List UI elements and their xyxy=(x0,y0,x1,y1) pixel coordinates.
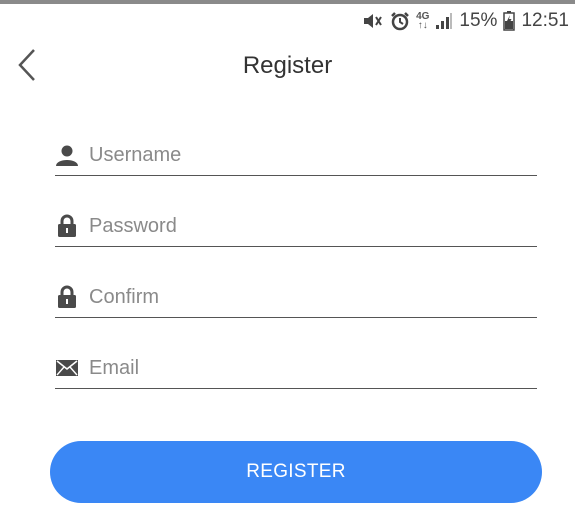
confirm-password-input[interactable] xyxy=(89,285,509,309)
status-bar: 4G ↑↓ 15% 12:51 xyxy=(362,8,569,34)
alarm-icon xyxy=(390,11,410,31)
envelope-icon xyxy=(55,356,79,380)
username-field xyxy=(55,135,537,176)
lock-icon xyxy=(55,214,79,238)
network-arrows: ↑↓ xyxy=(417,20,428,31)
network-type: 4G ↑↓ xyxy=(416,12,429,31)
mute-icon xyxy=(362,12,384,30)
password-input[interactable] xyxy=(89,214,509,238)
lock-icon xyxy=(55,285,79,309)
confirm-password-field xyxy=(55,277,537,318)
register-button[interactable]: REGISTER xyxy=(50,441,542,503)
page-title: Register xyxy=(242,52,333,79)
email-field xyxy=(55,348,537,389)
signal-icon xyxy=(435,12,453,30)
battery-charging-icon xyxy=(503,11,516,31)
email-input[interactable] xyxy=(89,356,509,380)
user-icon xyxy=(55,143,79,167)
top-edge xyxy=(0,0,575,4)
password-field xyxy=(55,206,537,247)
username-input[interactable] xyxy=(89,143,509,167)
status-time: 12:51 xyxy=(521,10,569,31)
battery-percent: 15% xyxy=(459,10,498,31)
